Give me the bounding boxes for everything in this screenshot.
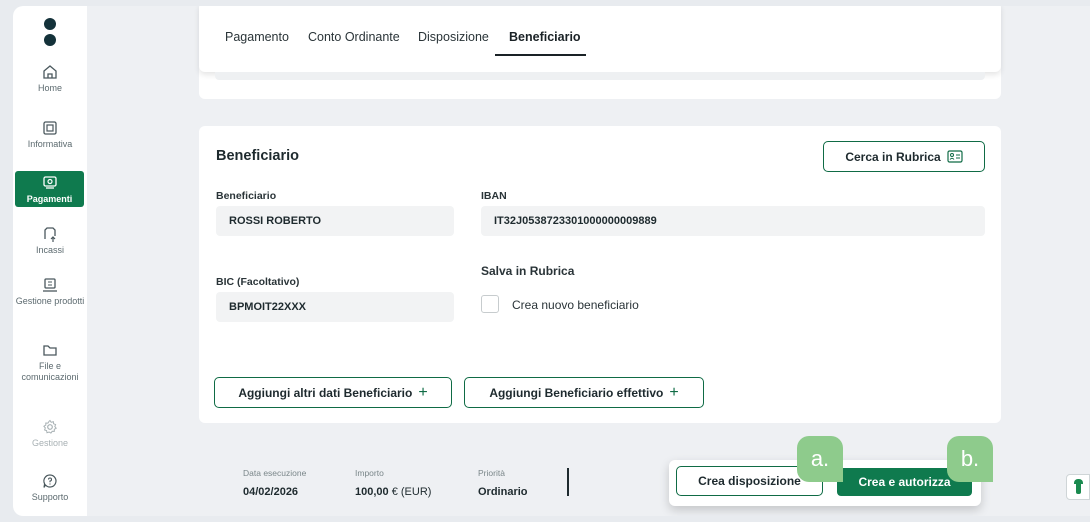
app-frame: Home Informativa Pagamenti Incassi Gesti… [13, 6, 1090, 516]
tab-disposizione[interactable]: Disposizione [418, 30, 489, 44]
amount-currency: € (EUR) [391, 486, 432, 498]
create-order-label: Crea disposizione [698, 474, 801, 488]
logo-dot-bottom [44, 34, 56, 46]
sidebar-item-informativa[interactable]: Informativa [13, 120, 87, 150]
footer-divider [567, 468, 569, 496]
sidebar: Home Informativa Pagamenti Incassi Gesti… [13, 6, 87, 516]
add-effective-beneficiary-button[interactable]: Aggiungi Beneficiario effettivo + [464, 377, 704, 408]
sidebar-item-supporto[interactable]: Supporto [13, 473, 87, 503]
support-icon [43, 474, 57, 488]
sidebar-item-home[interactable]: Home [13, 64, 87, 94]
sidebar-item-gestione[interactable]: Gestione [13, 419, 87, 449]
sidebar-item-pagamenti[interactable]: Pagamenti [15, 171, 84, 207]
marker-a: a. [797, 436, 843, 482]
execution-date-label: Data esecuzione [243, 468, 307, 478]
tab-beneficiario[interactable]: Beneficiario [509, 30, 581, 44]
add-effective-label: Aggiungi Beneficiario effettivo [489, 385, 664, 400]
beneficiary-card: Beneficiario Cerca in Rubrica Beneficiar… [199, 126, 1001, 423]
iban-label: IBAN [481, 190, 507, 202]
plus-icon: + [418, 383, 428, 401]
gear-icon [43, 419, 57, 434]
card-title: Beneficiario [216, 148, 299, 164]
active-tab-indicator [495, 54, 586, 56]
sidebar-item-gestione-prodotti[interactable]: Gestione prodotti [13, 277, 87, 307]
home-icon [43, 65, 57, 79]
iban-value: IT32J0538723301000000009889 [494, 215, 657, 227]
sidebar-item-label: Informativa [27, 139, 73, 149]
summary-footer: Data esecuzione 04/02/2026 Importo 100,0… [199, 436, 1001, 516]
marker-b: b. [947, 436, 993, 482]
amount-number: 100,00 [355, 486, 389, 498]
tabs-strip [215, 72, 985, 80]
sidebar-item-label: Supporto [31, 492, 69, 502]
new-beneficiary-label: Crea nuovo beneficiario [512, 298, 639, 312]
products-icon [43, 278, 57, 292]
search-addressbook-button[interactable]: Cerca in Rubrica [823, 141, 985, 172]
contact-card-icon [947, 150, 963, 163]
amount-value: 100,00 € (EUR) [355, 486, 431, 498]
app-logo[interactable] [44, 18, 56, 46]
sidebar-item-label: Incassi [35, 245, 64, 255]
feedback-icon [1073, 479, 1083, 494]
beneficiary-value: ROSSI ROBERTO [229, 215, 322, 227]
bic-value: BPMOIT22XXX [229, 301, 307, 313]
sidebar-item-incassi[interactable]: Incassi [13, 226, 87, 256]
tab-conto-ordinante[interactable]: Conto Ordinante [308, 30, 400, 44]
collections-icon [44, 227, 56, 242]
tabs-card: Pagamento Conto Ordinante Disposizione B… [199, 6, 1001, 99]
create-authorize-label: Crea e autorizza [858, 475, 951, 489]
plus-icon: + [669, 383, 679, 401]
new-beneficiary-checkbox[interactable] [481, 295, 499, 313]
sidebar-item-label: Gestione [31, 438, 69, 448]
add-more-beneficiary-data-button[interactable]: Aggiungi altri dati Beneficiario + [214, 377, 452, 408]
sidebar-item-label: Home [37, 83, 62, 93]
execution-date-value: 04/02/2026 [243, 486, 299, 498]
amount-label: Importo [355, 468, 384, 478]
beneficiary-label: Beneficiario [216, 190, 277, 202]
add-more-label: Aggiungi altri dati Beneficiario [238, 385, 413, 400]
sidebar-item-label: Gestione prodotti [15, 296, 85, 306]
bic-field[interactable]: BPMOIT22XXX [216, 292, 454, 322]
sidebar-item-label: File e comunicazioni [21, 361, 79, 382]
priority-label: Priorità [478, 468, 505, 478]
sidebar-item-label: Pagamenti [26, 194, 73, 204]
feedback-tab[interactable] [1066, 474, 1090, 500]
beneficiary-field[interactable]: ROSSI ROBERTO [216, 206, 454, 236]
sidebar-item-file-comunicazioni[interactable]: File e comunicazioni [13, 342, 87, 383]
payments-icon [42, 176, 57, 189]
tab-pagamento[interactable]: Pagamento [225, 30, 289, 44]
bic-label: BIC (Facoltativo) [216, 276, 300, 288]
folder-icon [43, 345, 57, 356]
search-addressbook-label: Cerca in Rubrica [845, 149, 941, 164]
logo-dot-top [44, 18, 56, 30]
priority-value: Ordinario [478, 486, 528, 498]
save-addressbook-label: Salva in Rubrica [481, 264, 575, 278]
iban-field[interactable]: IT32J0538723301000000009889 [481, 206, 985, 236]
document-icon [43, 121, 57, 135]
tab-bar: Pagamento Conto Ordinante Disposizione B… [199, 6, 1001, 72]
